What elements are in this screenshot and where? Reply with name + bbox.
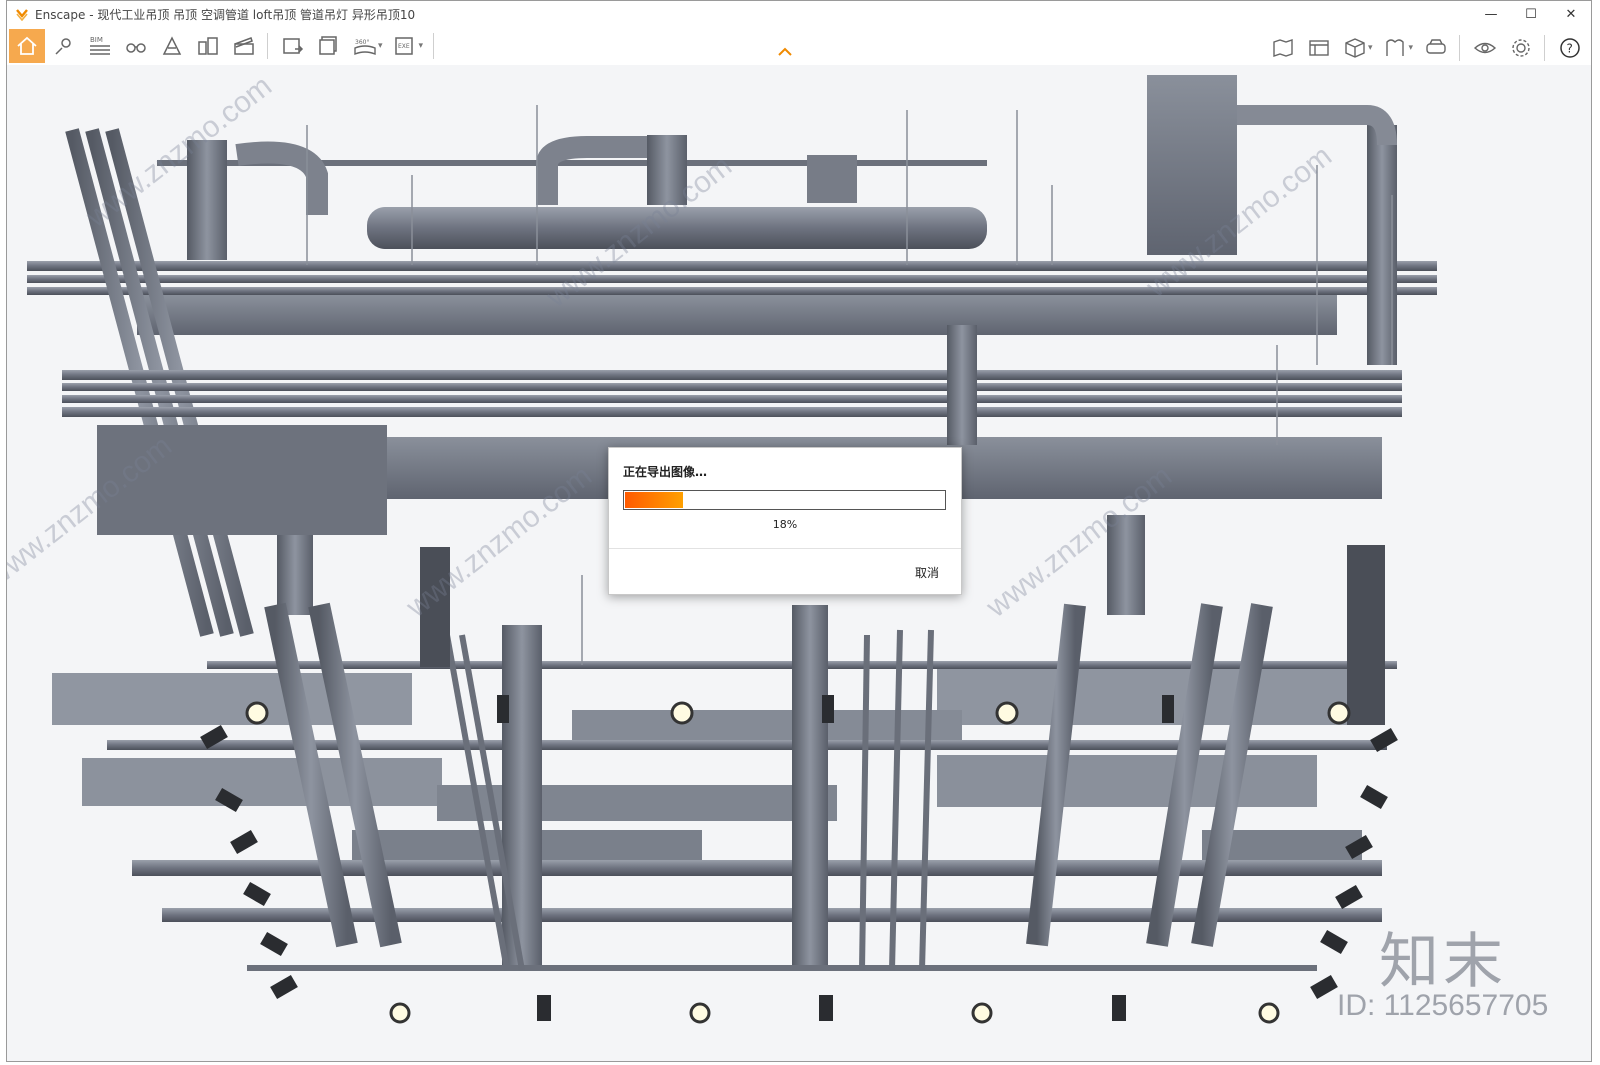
screenshot-button[interactable] [276,29,310,63]
landscape-icon [162,36,182,55]
progress-bar [623,490,946,510]
video-editor-button[interactable] [227,29,261,63]
maximize-button[interactable]: ☐ [1511,1,1551,27]
buildings-button[interactable] [191,29,225,63]
dialog-title: 正在导出图像… [623,465,708,479]
map-icon [1273,39,1293,57]
progress-fill [625,492,683,508]
atlas-button[interactable] [1378,31,1412,65]
batch-export-icon [319,36,337,55]
home-button[interactable] [9,29,45,63]
collapse-toolbar-icon[interactable] [777,45,793,57]
progress-percent: 18% [772,518,798,531]
help-button[interactable]: ? [1553,31,1587,65]
enscape-window: Enscape - 现代工业吊顶 吊顶 空调管道 loft吊顶 管道吊灯 异形吊… [6,0,1592,1062]
window-title: Enscape - 现代工业吊顶 吊顶 空调管道 loft吊顶 管道吊灯 异形吊… [35,7,416,22]
visual-settings-button[interactable] [1468,31,1502,65]
exe-export-icon: EXE [394,37,413,55]
dialog-divider [609,548,961,549]
panorama-360-icon: 360° [354,39,376,56]
close-button[interactable]: ✕ [1551,1,1591,27]
atlas-icon [1386,39,1405,56]
render-viewport[interactable]: www.znzmo.com www.znzmo.com www.znzmo.co… [7,65,1591,1061]
settings-gear-icon [1512,39,1530,57]
svg-text:EXE: EXE [398,43,410,50]
znzmo-id: ID: 1125657705 [1337,989,1549,1022]
toolbar-separator [1459,35,1460,61]
panorama-button[interactable]: 360° [348,29,382,63]
cube-view-button[interactable] [1338,31,1372,65]
svg-text:?: ? [1567,42,1573,56]
cancel-button[interactable]: 取消 [915,564,939,581]
screenshot-export-icon [283,38,304,54]
asset-library-button[interactable] [1302,31,1336,65]
title-bar: Enscape - 现代工业吊顶 吊顶 空调管道 loft吊顶 管道吊灯 异形吊… [7,1,1591,27]
bim-button[interactable]: BIM [83,29,117,63]
exe-export-button[interactable]: EXE [389,29,423,63]
right-toolbar: ▾ ▾ ? [1264,31,1587,65]
eye-icon [1473,42,1497,54]
znzmo-logo: 知末 [1379,927,1507,997]
toolbar-separator [433,33,435,59]
asset-library-icon [1309,40,1329,56]
settings-button[interactable] [1504,31,1538,65]
bim-icon: BIM [90,36,110,55]
location-pin-icon [55,38,71,55]
views-button[interactable] [119,29,153,63]
vr-button[interactable] [1419,31,1453,65]
export-progress-dialog: 正在导出图像… 18% 取消 [608,447,962,595]
clapperboard-icon [234,37,254,55]
toolbar-separator [1544,35,1545,61]
map-button[interactable] [1266,31,1300,65]
minimize-button[interactable]: — [1471,1,1511,27]
buildings-icon [198,37,218,55]
batch-export-button[interactable] [312,29,346,63]
location-button[interactable] [47,29,81,63]
cube-view-icon [1345,38,1365,58]
toolbar-separator [267,33,268,59]
landscape-button[interactable] [155,29,189,63]
svg-text:BIM: BIM [90,36,103,44]
enscape-logo-icon [16,9,28,21]
svg-text:360°: 360° [355,39,369,46]
vr-headset-icon [1426,39,1446,54]
binoculars-icon [126,43,146,53]
window-controls: — ☐ ✕ [1471,1,1591,27]
home-icon [17,36,37,55]
help-icon: ? [1560,38,1580,58]
